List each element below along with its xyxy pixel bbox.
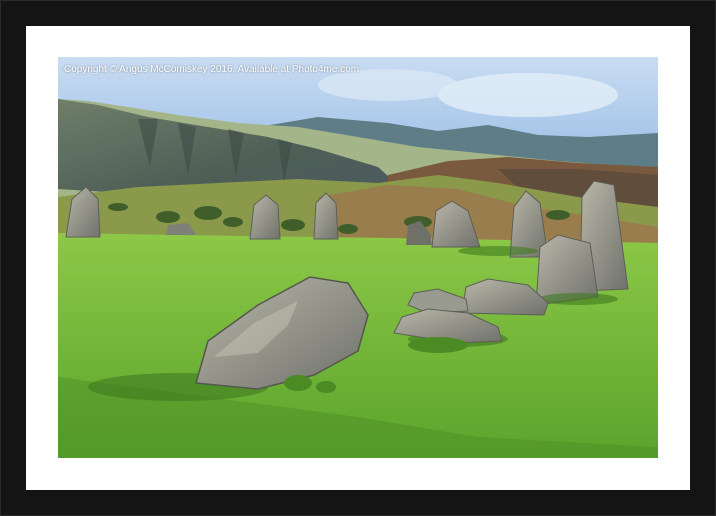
framed-photo: Copyright © Angus McComiskey 2016. Avail…: [58, 57, 658, 458]
copyright-watermark: Copyright © Angus McComiskey 2016. Avail…: [64, 64, 360, 75]
cloud: [438, 73, 618, 117]
landscape-scene: [58, 57, 658, 458]
